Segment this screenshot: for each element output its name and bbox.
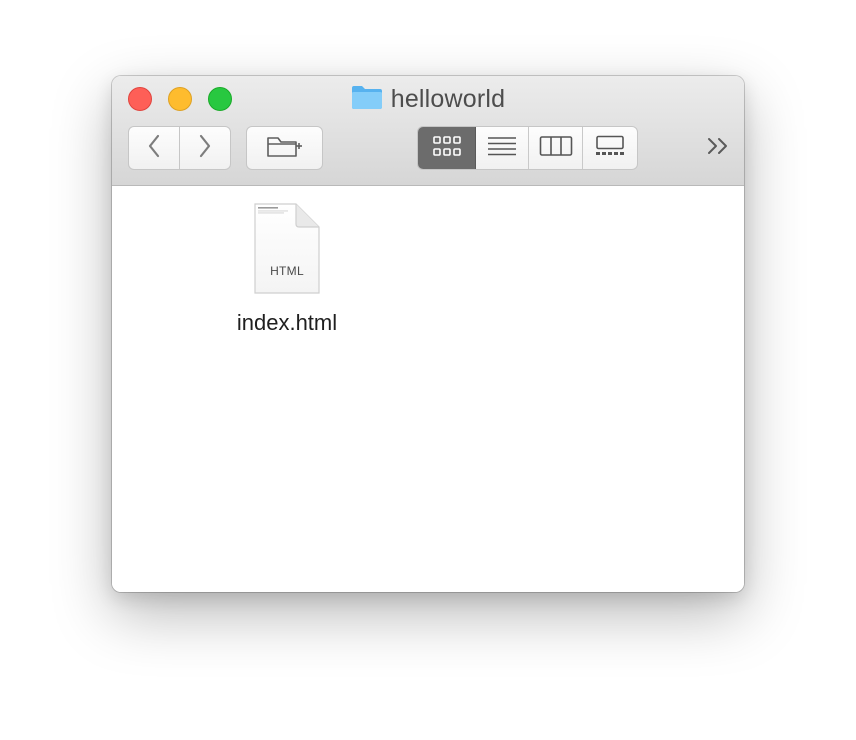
gallery-view-button[interactable] bbox=[583, 127, 637, 169]
column-view-button[interactable] bbox=[529, 127, 583, 169]
window-title: helloworld bbox=[390, 84, 506, 113]
html-document-icon bbox=[252, 202, 322, 301]
file-name[interactable]: index.html bbox=[212, 310, 362, 336]
list-view-button[interactable] bbox=[476, 127, 529, 169]
list-icon bbox=[487, 135, 517, 162]
gallery-icon bbox=[594, 135, 626, 162]
file-item[interactable]: HTML index.html bbox=[212, 198, 362, 338]
new-folder-icon bbox=[266, 133, 304, 164]
new-folder-button[interactable] bbox=[246, 126, 323, 170]
columns-icon bbox=[539, 135, 573, 162]
double-chevron-right-icon bbox=[706, 136, 732, 161]
chevron-right-icon bbox=[197, 133, 213, 164]
chevron-left-icon bbox=[146, 133, 162, 164]
file-browser-content[interactable]: HTML index.html bbox=[112, 186, 744, 592]
finder-window: helloworld HTML index.html bbox=[112, 76, 744, 592]
grid-icon bbox=[432, 135, 462, 162]
icon-view-button[interactable] bbox=[418, 127, 476, 169]
toolbar-overflow-button[interactable] bbox=[702, 134, 736, 162]
file-kind-label: HTML bbox=[270, 264, 304, 278]
forward-button[interactable] bbox=[179, 126, 231, 170]
view-mode-control bbox=[417, 126, 638, 170]
folder-icon bbox=[351, 84, 383, 115]
back-button[interactable] bbox=[128, 126, 180, 170]
window-title-area: helloworld bbox=[112, 84, 744, 114]
titlebar[interactable]: helloworld bbox=[112, 76, 744, 186]
